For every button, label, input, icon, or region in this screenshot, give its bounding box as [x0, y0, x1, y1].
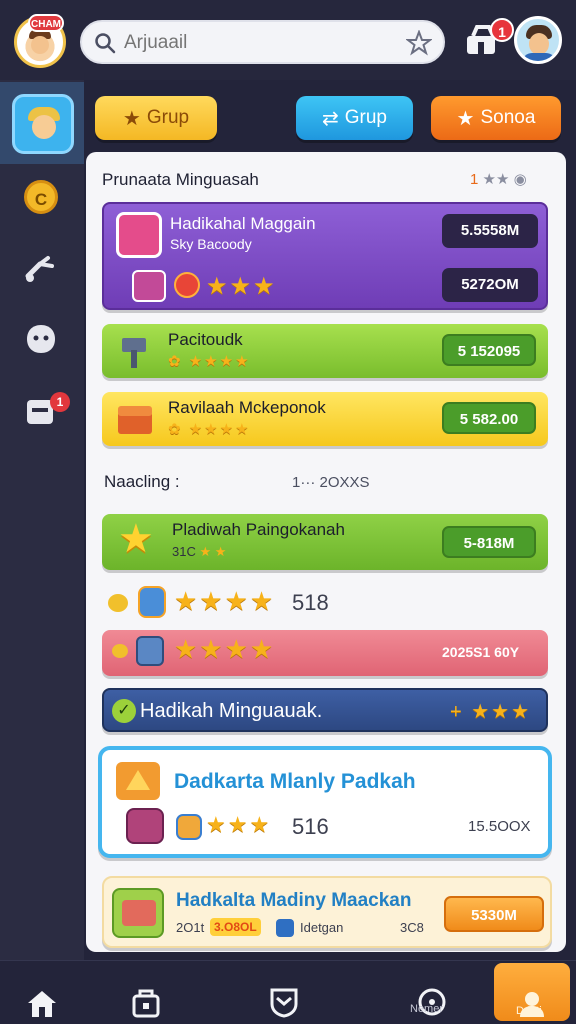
item-title: Ravilaah Mckeponok	[168, 398, 326, 417]
list-item[interactable]: ★ Pladiwah Paingokanah 31C ★ ★ 5-818M	[102, 514, 548, 570]
tag-label: Idetgan	[300, 920, 344, 935]
list-item[interactable]: ✓ Hadikah Minguauak. + ★★★	[102, 688, 548, 732]
price-tag[interactable]: 5 152095	[442, 334, 536, 366]
list-item[interactable]: Ravilaah Mckeponok ✿ ★★★★ 5 582.00	[102, 392, 548, 446]
bubble-icon	[112, 644, 128, 658]
coin-icon[interactable]: C	[24, 180, 58, 214]
buy-button[interactable]: 5330M	[444, 896, 544, 932]
rating-stars: ★ ★	[199, 544, 227, 559]
tag-extra: 3C8	[400, 920, 424, 935]
check-icon: ✓	[112, 699, 136, 723]
item-title: Dadkarta Mlanly Padkah	[174, 770, 416, 793]
hammer-icon	[122, 338, 146, 368]
filter-chip-grup-2[interactable]: ⇄ Grup	[296, 96, 413, 140]
price-tag[interactable]: 5-818M	[442, 526, 536, 558]
item-title: Pacitoudk	[168, 330, 243, 349]
item-thumbnail	[116, 212, 162, 258]
user-avatar[interactable]	[514, 16, 562, 64]
compass-icon[interactable]	[416, 970, 448, 1024]
backpack-icon	[126, 808, 164, 844]
gem-icon	[176, 814, 202, 840]
list-item[interactable]: Pacitoudk ✿ ★★★★ 5 152095	[102, 324, 548, 378]
star-icon: ★	[456, 107, 475, 130]
list-item[interactable]: Hadkalta Madiny Maackan 2O1t 3.O8OL Idet…	[102, 876, 552, 948]
content-panel: Prunaata Minguasah 1 ★★ ◉ Hadikahal Magg…	[86, 152, 566, 952]
price-tag[interactable]: 5.5558M	[442, 214, 538, 248]
item-tags: 2O1t 3.O8OL Idetgan 3C8	[176, 918, 436, 940]
logo-badge: CHAM	[28, 14, 64, 32]
rating-stars: ★★★★	[174, 634, 276, 664]
list-item-selected[interactable]: Dadkarta Mlanly Padkah ★★★ 516 15.5OOX	[98, 746, 552, 858]
chat-bubble-icon[interactable]	[24, 322, 58, 356]
notification-badge: 1	[490, 18, 514, 42]
rail-notification-badge: 1	[50, 392, 70, 412]
item-subtitle-text: 31C	[172, 544, 196, 559]
rating-stars: ★★★	[206, 273, 277, 300]
star-outline-icon[interactable]	[406, 30, 432, 56]
rank-number: 1	[470, 171, 479, 188]
rating-stars: ✿ ★★★★	[168, 353, 251, 370]
item-title: Pladiwah Paingokanah	[172, 520, 345, 539]
search-icon	[95, 33, 116, 54]
rating-stars: ✿ ★★★★	[168, 421, 251, 438]
search-bar[interactable]	[80, 20, 445, 64]
item-count: 516	[292, 814, 329, 839]
filter-chip-sonoa[interactable]: ★ Sonoa	[431, 96, 561, 140]
map-icon	[116, 762, 160, 800]
filter-chip-label: Grup	[344, 107, 387, 128]
bag-icon	[138, 586, 166, 618]
bag-icon[interactable]	[128, 970, 164, 1024]
list-item-featured[interactable]: Hadikahal Maggain Sky Bacoody 5.5558M 52…	[102, 202, 548, 310]
game-icon	[132, 270, 166, 302]
price-tag[interactable]: 5 582.00	[442, 402, 536, 434]
tag-badge: 3.O8OL	[210, 918, 261, 936]
tools-icon[interactable]	[22, 252, 58, 288]
list-item-plain[interactable]: ★★★★ 518	[102, 584, 548, 624]
filter-chip-label: Sonoa	[480, 107, 536, 128]
price-tag-secondary[interactable]: 5272OM	[442, 268, 538, 302]
item-title: Hadikah Minguauak.	[140, 700, 323, 722]
section-meta: 1··· 2OXXS	[292, 474, 370, 491]
tag-year: 2O1t	[176, 920, 205, 935]
chest-icon	[118, 406, 152, 434]
star-icon: ★	[122, 107, 141, 130]
price-label: 2025S1 60Y	[442, 644, 520, 660]
gift-box-icon	[112, 888, 164, 938]
cube-icon	[136, 636, 164, 666]
item-count: 518	[292, 590, 329, 615]
nav-label: Nemer	[410, 1003, 444, 1015]
item-price: 15.5OOX	[468, 818, 531, 835]
shield-icon[interactable]	[266, 970, 302, 1024]
link-icon	[276, 919, 294, 937]
list-item[interactable]: ★★★★ 2025S1 60Y	[102, 630, 548, 676]
rating-stars: ★★★	[206, 812, 272, 837]
section-title: Naacling :	[104, 472, 180, 491]
home-icon[interactable]	[24, 972, 60, 1024]
rating-stars: ★★ ◉	[482, 171, 527, 188]
rail-profile-avatar[interactable]	[12, 94, 74, 154]
filter-chip-label: Grup	[146, 107, 190, 128]
section-rank[interactable]: 1 ★★ ◉	[470, 170, 527, 188]
item-title: Hadkalta Madiny Maackan	[176, 890, 412, 911]
item-subtitle: 31C ★ ★	[172, 544, 226, 560]
swap-icon: ⇄	[321, 107, 339, 130]
section-title: Prunaata Minguasah	[102, 170, 259, 189]
filter-chip-grup[interactable]: ★ Grup	[95, 96, 217, 140]
bubble-icon	[108, 594, 128, 612]
nav-label-active: Ddeti	[516, 1005, 542, 1017]
rating-stars: + ★★★	[450, 701, 532, 723]
badge-icon	[174, 272, 200, 298]
star-icon: ★	[118, 517, 154, 561]
item-title: Hadikahal Maggain	[170, 214, 316, 233]
search-input[interactable]	[124, 30, 394, 56]
item-subtitle: Sky Bacoody	[170, 236, 252, 252]
rating-stars: ★★★★	[174, 586, 276, 616]
